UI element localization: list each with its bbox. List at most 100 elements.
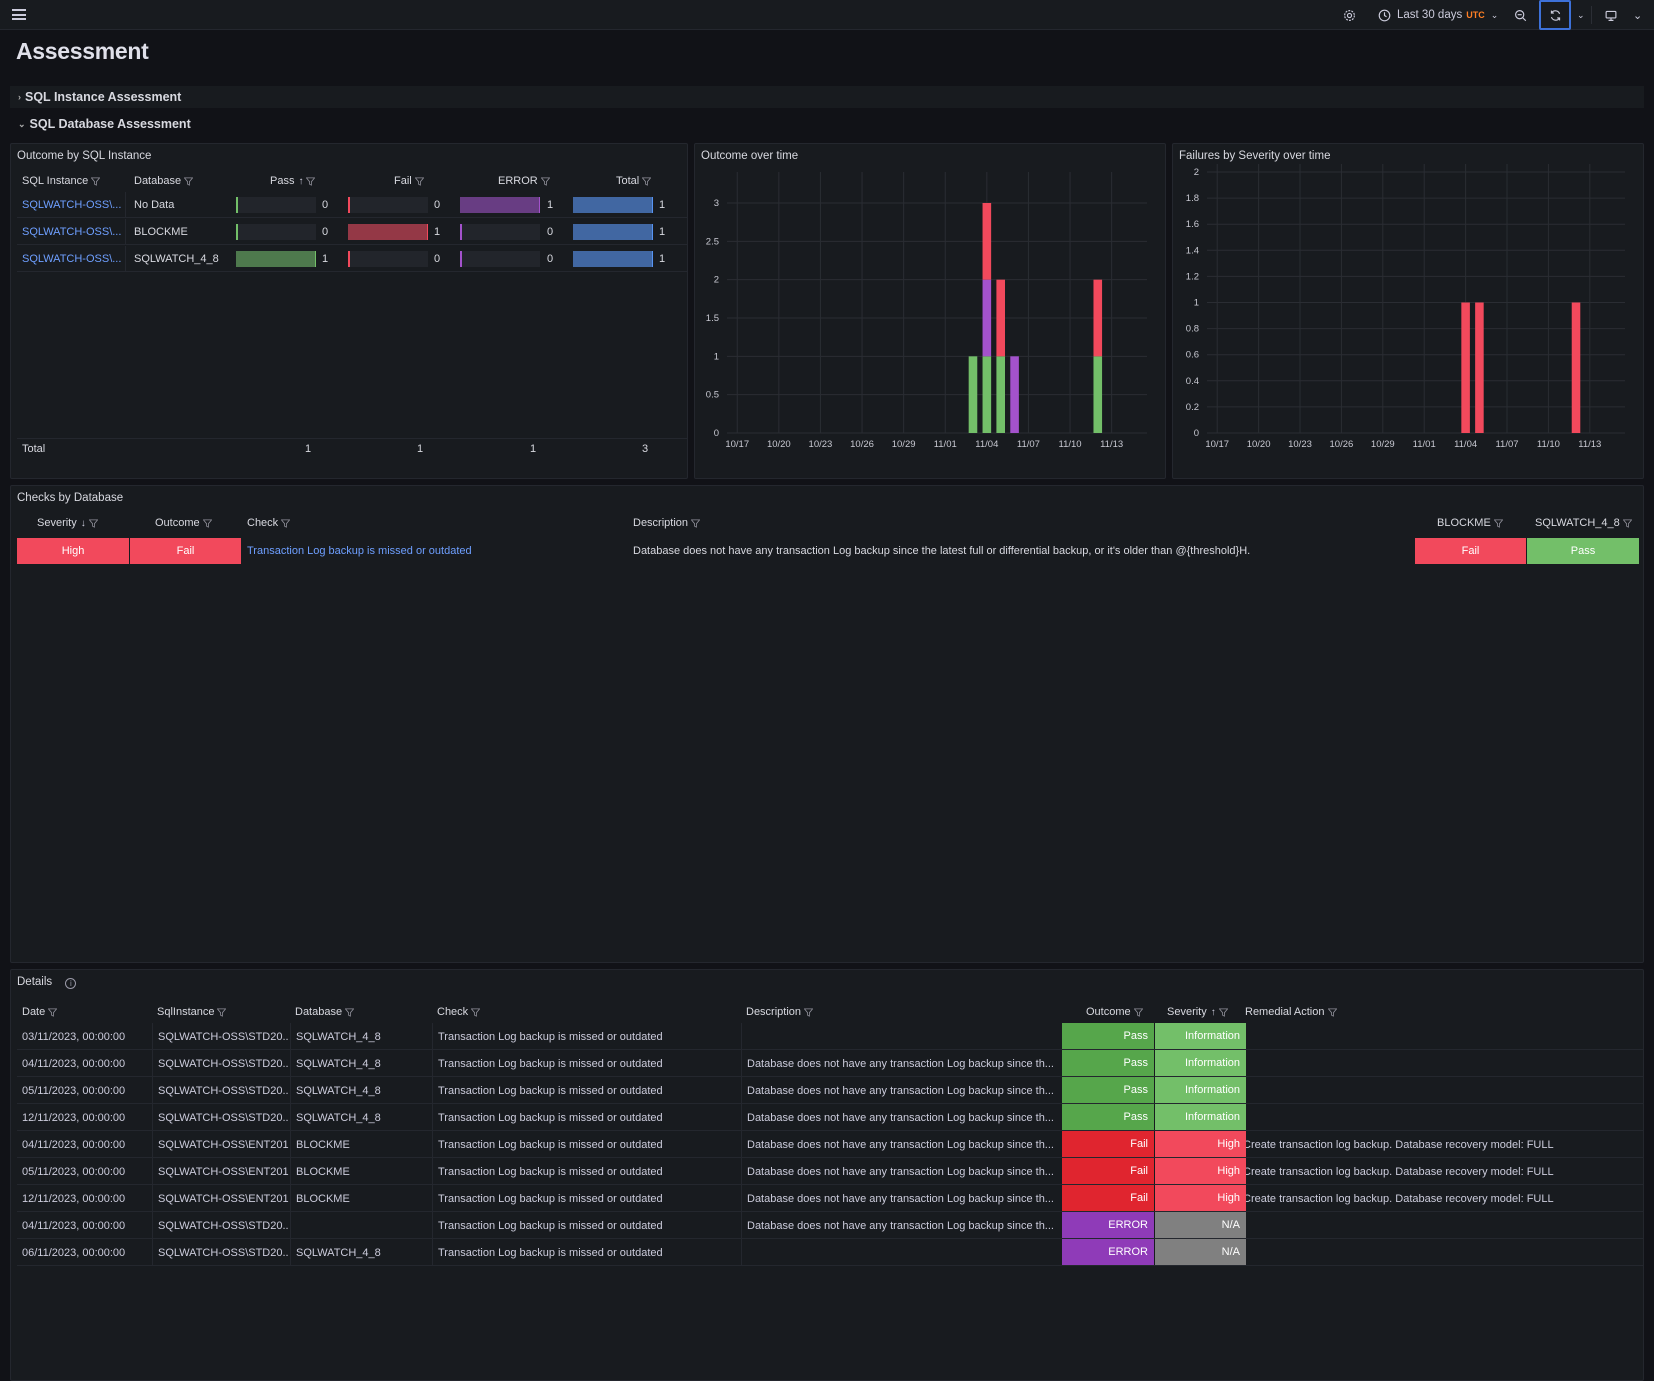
- bar-error-11-06[interactable]: [1010, 356, 1019, 433]
- refresh-button[interactable]: [1539, 0, 1571, 30]
- info-icon[interactable]: i: [65, 978, 77, 989]
- filter-icon[interactable]: [1218, 1007, 1228, 1017]
- filter-icon[interactable]: [804, 1007, 814, 1017]
- bar-fail-11-04[interactable]: [982, 203, 992, 280]
- panel-title: Outcome by SQL Instance: [17, 150, 152, 162]
- filter-icon[interactable]: [691, 518, 701, 528]
- filter-icon[interactable]: [1327, 1007, 1337, 1017]
- severity-badge: Information: [1155, 1077, 1246, 1103]
- description-cell: Database does not have any transaction L…: [741, 1185, 1061, 1212]
- filter-icon[interactable]: [1622, 518, 1632, 528]
- column-header-pass[interactable]: Pass ↑: [270, 170, 316, 192]
- view-mode-button[interactable]: [1604, 0, 1618, 30]
- filter-icon[interactable]: [345, 1007, 355, 1017]
- column-label: Description: [633, 517, 689, 529]
- bar-pass-11-03[interactable]: [968, 356, 978, 433]
- column-header-severity[interactable]: Severity ↓: [37, 512, 98, 534]
- column-header-check[interactable]: Check: [247, 512, 291, 534]
- x-tick-label: 11/10: [1537, 439, 1560, 450]
- filter-icon[interactable]: [1133, 1007, 1143, 1017]
- severity-badge: Information: [1155, 1023, 1246, 1049]
- filter-icon[interactable]: [91, 176, 101, 186]
- column-header-remedial-action[interactable]: Remedial Action: [1245, 1002, 1337, 1022]
- sql-instance-link[interactable]: SQLWATCH-OSS\...: [22, 192, 121, 218]
- column-header-database[interactable]: Database: [134, 170, 194, 192]
- column-header-fail[interactable]: Fail: [394, 170, 424, 192]
- y-tick-label: 1.2: [1186, 271, 1199, 282]
- y-tick-label: 0.8: [1186, 324, 1199, 335]
- filter-icon[interactable]: [281, 518, 291, 528]
- filter-icon[interactable]: [202, 518, 212, 528]
- column-header-blockme[interactable]: BLOCKME: [1437, 512, 1503, 534]
- column-header-check[interactable]: Check: [437, 1002, 481, 1022]
- row-sql-database-assessment[interactable]: ⌄ SQL Database Assessment: [10, 113, 1644, 135]
- check-cell: Transaction Log backup is missed or outd…: [432, 1131, 740, 1158]
- filter-icon[interactable]: [184, 176, 194, 186]
- chevron-down-icon: ⌄: [1577, 9, 1585, 20]
- outcome-badge: Pass: [1062, 1050, 1154, 1076]
- zoom-out-button[interactable]: [1514, 0, 1527, 30]
- bar-pass-11-04[interactable]: [982, 356, 992, 433]
- bar-high-11-04[interactable]: [1461, 302, 1470, 434]
- gauge-edge: [426, 224, 428, 240]
- column-header-outcome[interactable]: Outcome: [155, 512, 212, 534]
- time-range-picker[interactable]: Last 30 days UTC ⌄: [1378, 0, 1498, 30]
- check-link[interactable]: Transaction Log backup is missed or outd…: [247, 538, 472, 564]
- bar-pass-11-05[interactable]: [996, 356, 1006, 433]
- refresh-interval-dropdown[interactable]: ⌄: [1577, 0, 1585, 30]
- column-header-date[interactable]: Date: [22, 1002, 58, 1022]
- instance-cell: SQLWATCH-OSS\ENT2019: [152, 1158, 289, 1185]
- remedial-cell: [1238, 1023, 1643, 1050]
- column-header-sqlwatch-4-8[interactable]: SQLWATCH_4_8: [1535, 512, 1632, 534]
- outcome-cell: Fail: [130, 538, 241, 564]
- bar-error-11-04[interactable]: [982, 279, 992, 357]
- column-header-error[interactable]: ERROR: [498, 170, 550, 192]
- outcome-over-time-chart[interactable]: 0 0.5 1 1.5 2 2.5 3 10/17 10/20 10/23 10/26 10/29 11…: [695, 144, 1167, 480]
- outcome-badge: Pass: [1062, 1077, 1154, 1103]
- filter-icon[interactable]: [1493, 518, 1503, 528]
- filter-icon[interactable]: [48, 1007, 58, 1017]
- row-title: SQL Instance Assessment: [25, 90, 182, 104]
- menu-icon[interactable]: [12, 9, 26, 20]
- table-row: 12/11/2023, 00:00:00 SQLWATCH-OSS\ENT2019…: [17, 1185, 1643, 1212]
- y-tick-label: 0: [1194, 428, 1199, 439]
- column-header-sqlinstance[interactable]: SqlInstance: [157, 1002, 227, 1022]
- row-sql-instance-assessment[interactable]: › SQL Instance Assessment: [10, 86, 1644, 108]
- bar-high-11-12[interactable]: [1571, 302, 1581, 434]
- filter-icon[interactable]: [414, 176, 424, 186]
- outcome-badge: Pass: [1062, 1104, 1154, 1130]
- column-label: Description: [746, 1006, 802, 1018]
- filter-icon[interactable]: [642, 176, 652, 186]
- column-header-database[interactable]: Database: [295, 1002, 355, 1022]
- bar-pass-11-12[interactable]: [1093, 356, 1103, 433]
- bar-fail-11-05[interactable]: [996, 279, 1006, 357]
- filter-icon[interactable]: [540, 176, 550, 186]
- column-header-description[interactable]: Description: [746, 1002, 814, 1022]
- filter-icon[interactable]: [88, 518, 98, 528]
- x-tick-label: 11/04: [975, 439, 998, 450]
- column-header-outcome[interactable]: Outcome: [1086, 1002, 1143, 1022]
- toolbar-divider: [1591, 6, 1592, 24]
- fail-gauge-fill: [348, 224, 428, 240]
- column-header-severity[interactable]: Severity ↑: [1167, 1002, 1228, 1022]
- dashboard-settings-button[interactable]: [1343, 0, 1356, 30]
- column-header-description[interactable]: Description: [633, 512, 701, 534]
- pass-gauge: [236, 197, 316, 213]
- filter-icon[interactable]: [306, 176, 316, 186]
- pass-gauge: [236, 251, 316, 267]
- pass-gauge: [236, 224, 316, 240]
- date-cell: 04/11/2023, 00:00:00: [22, 1138, 126, 1151]
- column-header-sql-instance[interactable]: SQL Instance: [22, 170, 101, 192]
- column-header-total[interactable]: Total: [616, 170, 652, 192]
- date-cell: 03/11/2023, 00:00:00: [22, 1030, 126, 1043]
- table-row: SQLWATCH-OSS\... SQLWATCH_4_8 1 0 0 1: [17, 246, 687, 272]
- filter-icon[interactable]: [471, 1007, 481, 1017]
- bar-fail-11-12[interactable]: [1093, 279, 1103, 357]
- view-mode-dropdown[interactable]: ⌄: [1633, 0, 1642, 30]
- bar-high-11-05[interactable]: [1475, 302, 1484, 434]
- sql-instance-link[interactable]: SQLWATCH-OSS\...: [22, 219, 121, 245]
- outcome-badge: ERROR: [1062, 1212, 1154, 1238]
- sql-instance-link[interactable]: SQLWATCH-OSS\...: [22, 246, 121, 272]
- failures-by-severity-chart[interactable]: 0 0.2 0.4 0.6 0.8 1 1.2 1.4 1.6 1.8 2 10/17 10/20 10/…: [1173, 144, 1645, 480]
- filter-icon[interactable]: [217, 1007, 227, 1017]
